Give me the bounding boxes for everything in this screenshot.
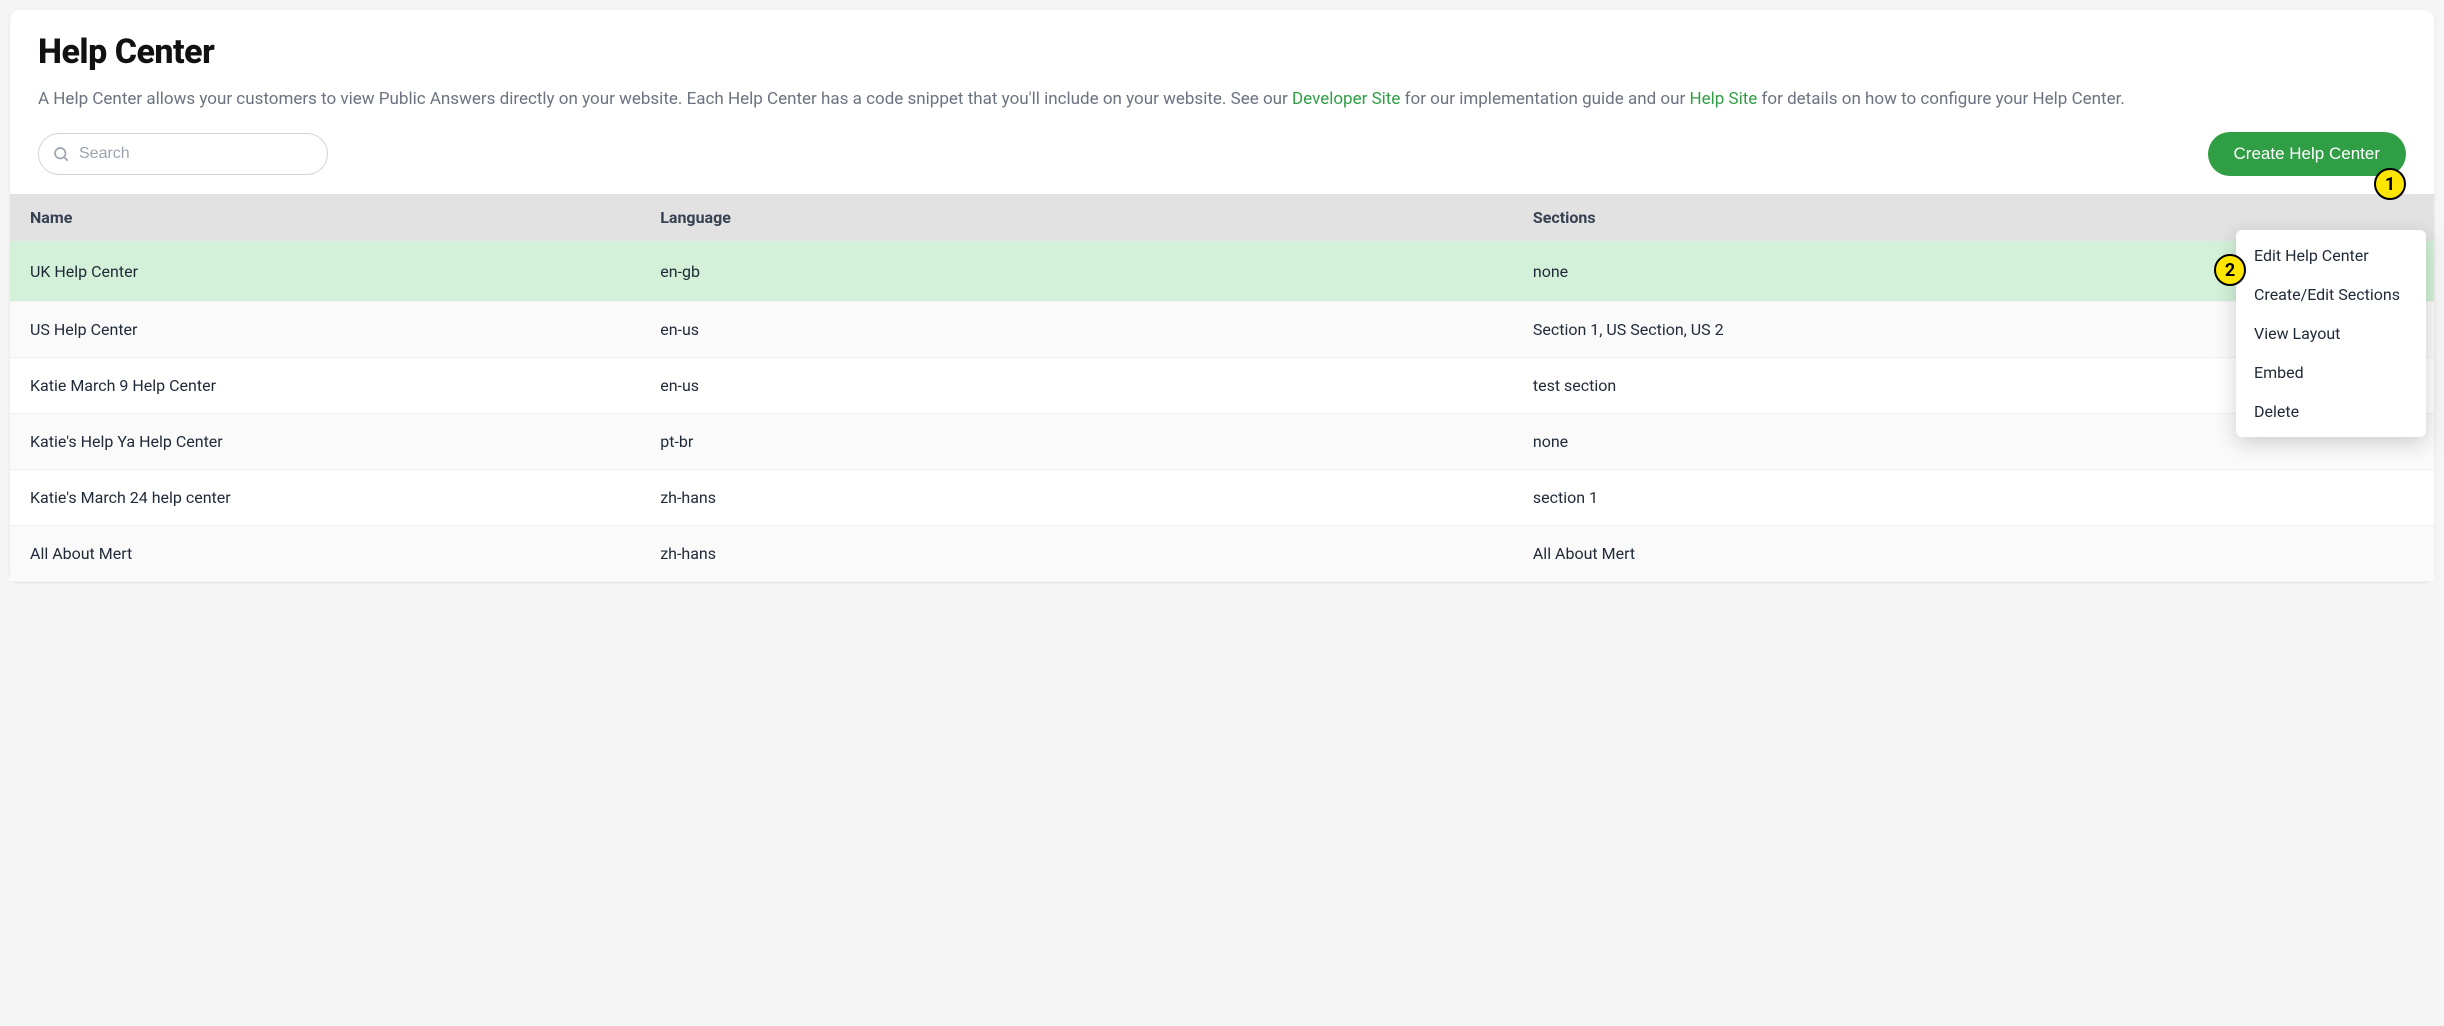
cell-language: pt-br <box>640 414 1513 470</box>
col-language: Language <box>640 194 1513 241</box>
page-description: A Help Center allows your customers to v… <box>38 86 2406 112</box>
desc-text-2: for our implementation guide and our <box>1400 89 1689 109</box>
cell-actions <box>2370 470 2434 526</box>
context-menu-item[interactable]: Delete <box>2236 392 2426 431</box>
desc-text-3: for details on how to configure your Hel… <box>1757 89 2125 109</box>
cell-sections: All About Mert <box>1513 526 2370 582</box>
table-row[interactable]: All About Mertzh-hansAll About Mert <box>10 526 2434 582</box>
annotation-badge-2: 2 <box>2214 254 2246 286</box>
annotation-badge-1: 1 <box>2374 168 2406 200</box>
col-name: Name <box>10 194 640 241</box>
table-row[interactable]: UK Help Centeren-gbnone <box>10 241 2434 302</box>
create-help-center-button[interactable]: Create Help Center <box>2208 132 2406 176</box>
cell-name: Katie's Help Ya Help Center <box>10 414 640 470</box>
table-row[interactable]: US Help Centeren-usSection 1, US Section… <box>10 302 2434 358</box>
table-header-row: Name Language Sections <box>10 194 2434 241</box>
cell-name: US Help Center <box>10 302 640 358</box>
row-context-menu: Edit Help CenterCreate/Edit SectionsView… <box>2236 230 2426 437</box>
table-row[interactable]: Katie March 9 Help Centeren-ustest secti… <box>10 358 2434 414</box>
cell-actions <box>2370 526 2434 582</box>
cell-sections: section 1 <box>1513 470 2370 526</box>
cell-language: en-gb <box>640 241 1513 302</box>
cell-language: en-us <box>640 302 1513 358</box>
table-row[interactable]: Katie's March 24 help centerzh-hanssecti… <box>10 470 2434 526</box>
toolbar: Create Help Center <box>10 132 2434 194</box>
cell-language: zh-hans <box>640 526 1513 582</box>
context-menu-item[interactable]: Create/Edit Sections <box>2236 275 2426 314</box>
desc-text-1: A Help Center allows your customers to v… <box>38 89 1292 109</box>
cell-name: UK Help Center <box>10 241 640 302</box>
developer-site-link[interactable]: Developer Site <box>1292 89 1400 109</box>
table-row[interactable]: Katie's Help Ya Help Centerpt-brnone <box>10 414 2434 470</box>
search-input[interactable] <box>38 133 328 175</box>
context-menu-item[interactable]: Edit Help Center <box>2236 236 2426 275</box>
search-icon <box>52 145 70 163</box>
card-header: Help Center A Help Center allows your cu… <box>10 10 2434 112</box>
help-site-link[interactable]: Help Site <box>1689 89 1757 109</box>
cell-language: en-us <box>640 358 1513 414</box>
search-wrap <box>38 133 328 175</box>
context-menu-item[interactable]: Embed <box>2236 353 2426 392</box>
page-title: Help Center <box>38 32 2406 72</box>
cell-name: All About Mert <box>10 526 640 582</box>
context-menu-item[interactable]: View Layout <box>2236 314 2426 353</box>
cell-language: zh-hans <box>640 470 1513 526</box>
cell-name: Katie's March 24 help center <box>10 470 640 526</box>
cell-name: Katie March 9 Help Center <box>10 358 640 414</box>
help-center-table: Name Language Sections UK Help Centeren-… <box>10 194 2434 582</box>
help-center-card: Help Center A Help Center allows your cu… <box>10 10 2434 582</box>
